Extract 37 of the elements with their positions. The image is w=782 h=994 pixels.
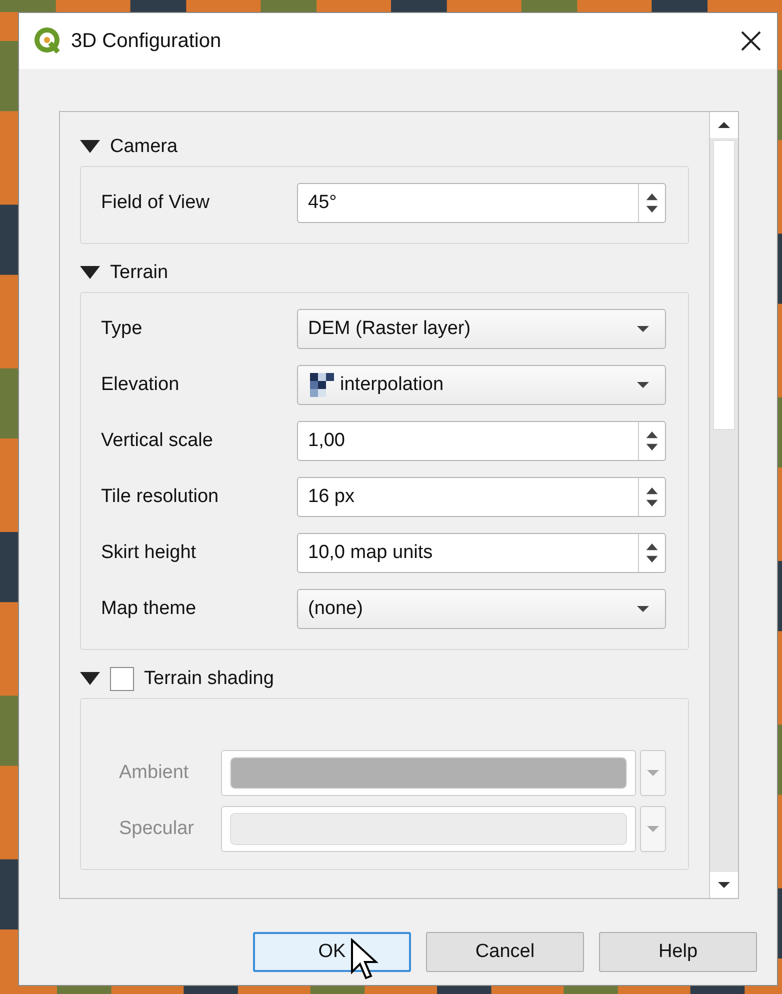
- section-title: Terrain shading: [144, 668, 274, 690]
- collapse-arrow-icon[interactable]: [80, 672, 100, 686]
- collapse-arrow-icon[interactable]: [80, 266, 100, 280]
- field-label: Skirt height: [101, 542, 198, 564]
- spin-box[interactable]: 1,00: [297, 421, 666, 461]
- window-title: 3D Configuration: [71, 30, 222, 52]
- dropdown-arrow-icon: [635, 380, 651, 390]
- collapse-arrow-icon[interactable]: [80, 140, 100, 154]
- dropdown[interactable]: DEM (Raster layer): [297, 309, 666, 349]
- dropdown-arrow-icon: [635, 324, 651, 334]
- dialog-button[interactable]: Cancel: [426, 932, 584, 972]
- close-icon[interactable]: [739, 29, 763, 53]
- scrollbar[interactable]: [709, 112, 738, 898]
- field-label: Map theme: [101, 598, 198, 620]
- section-title: Terrain: [110, 262, 168, 284]
- spin-box[interactable]: 16 px: [297, 477, 666, 517]
- field-label: Tile resolution: [101, 486, 220, 508]
- field-label: Ambient: [118, 762, 190, 784]
- field-label: Type: [101, 318, 144, 340]
- scroll-down-icon[interactable]: [717, 881, 731, 889]
- dropdown[interactable]: (none): [297, 589, 666, 629]
- scroll-up-icon[interactable]: [717, 121, 731, 129]
- cursor-icon: [350, 938, 378, 982]
- spin-box[interactable]: 10,0 map units: [297, 533, 666, 573]
- checkbox[interactable]: [110, 667, 134, 691]
- dialog-button[interactable]: OK: [253, 932, 411, 972]
- field-label: Vertical scale: [101, 430, 214, 452]
- dropdown[interactable]: interpolation: [297, 365, 666, 405]
- dropdown-arrow-icon: [635, 604, 651, 614]
- app-logo-icon: [33, 26, 63, 56]
- dialog-button[interactable]: Help: [599, 932, 757, 972]
- raster-layer-icon: [308, 373, 336, 397]
- field-label: Specular: [118, 818, 195, 840]
- section-title: Camera: [110, 136, 178, 158]
- spin-box[interactable]: 45°: [297, 183, 666, 223]
- field-label: Elevation: [101, 374, 180, 396]
- field-label: Field of View: [101, 192, 210, 214]
